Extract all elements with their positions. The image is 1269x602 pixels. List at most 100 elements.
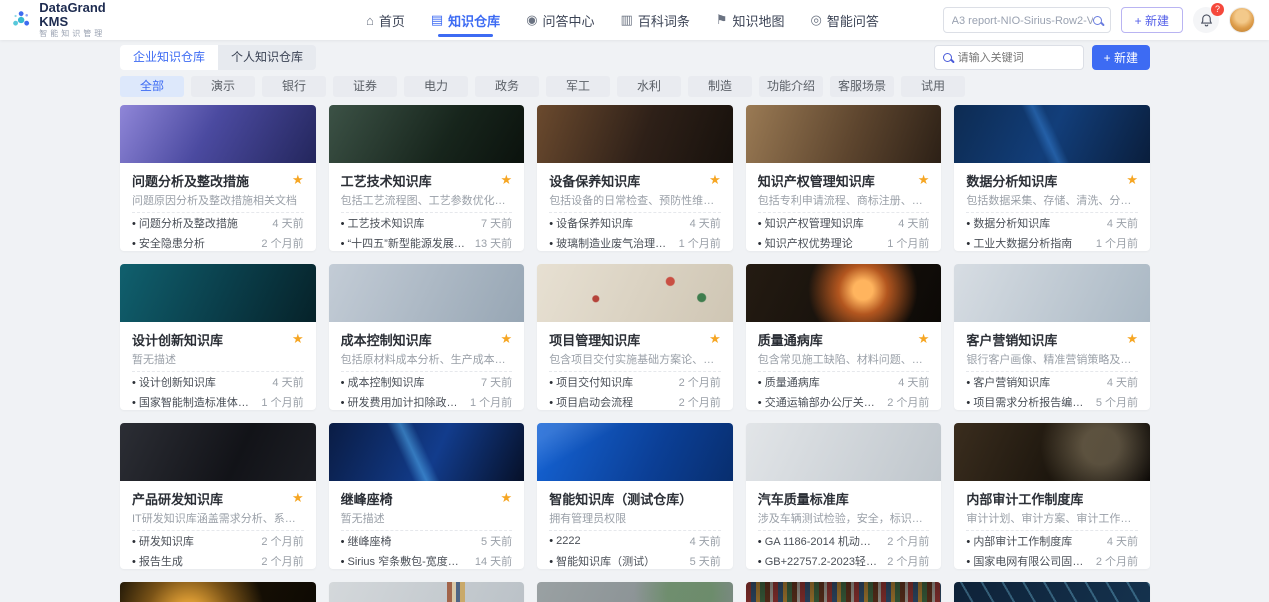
star-icon[interactable]: ★: [292, 490, 304, 506]
header-new-button[interactable]: + 新建: [1121, 7, 1183, 33]
card-doc-item[interactable]: 数据分析知识库 4 天前: [966, 213, 1138, 233]
filter-chip-bank[interactable]: 银行: [262, 76, 326, 97]
notification-bell[interactable]: ?: [1193, 7, 1219, 33]
star-icon[interactable]: ★: [501, 490, 513, 506]
doc-time: 1 个月前: [253, 394, 303, 410]
nav-item-home[interactable]: ⌂ 首页: [366, 0, 405, 40]
filter-chip-military[interactable]: 军工: [546, 76, 610, 97]
card-title: 知识产权管理知识库: [758, 171, 875, 190]
filter-chip-service[interactable]: 客服场景: [830, 76, 894, 97]
card-doc-item[interactable]: Sirius 窄条敷包-宽度不均匀 14 天前: [341, 551, 513, 569]
card-doc-item[interactable]: 项目交付知识库 2 个月前: [549, 372, 721, 392]
knowledge-card-partial[interactable]: [954, 582, 1150, 602]
star-icon[interactable]: ★: [1126, 172, 1138, 188]
filter-chip-features[interactable]: 功能介绍: [759, 76, 823, 97]
knowledge-card-partial[interactable]: [329, 582, 525, 602]
global-search-input[interactable]: [952, 14, 1093, 26]
card-title: 产品研发知识库: [132, 489, 223, 508]
card-doc-item[interactable]: 国家电网有限公司固定资产管理... 2 个月前: [966, 551, 1138, 569]
card-doc-item[interactable]: 成本控制知识库 7 天前: [341, 372, 513, 392]
knowledge-card[interactable]: 产品研发知识库 ★ IT研发知识库涵盖需求分析、系统设计、编码规... 研发知识…: [120, 423, 316, 569]
global-search[interactable]: [943, 7, 1111, 33]
knowledge-card[interactable]: 数据分析知识库 ★ 包括数据采集、存储、清洗、分析和可视化等内... 数据分析知…: [954, 105, 1150, 251]
bell-icon: [1199, 13, 1214, 28]
star-icon[interactable]: ★: [501, 172, 513, 188]
filter-chip-government[interactable]: 政务: [475, 76, 539, 97]
knowledge-card[interactable]: 工艺技术知识库 ★ 包括工艺流程图、工艺参数优化、新材料应用、... 工艺技术知…: [329, 105, 525, 251]
card-doc-item[interactable]: 2222 4 天前: [549, 531, 721, 551]
keyword-search[interactable]: [934, 45, 1084, 70]
knowledge-card[interactable]: 客户营销知识库 ★ 银行客户画像、精准营销策略及数字化渠道管理... 客户营销知…: [954, 264, 1150, 410]
knowledge-card[interactable]: 成本控制知识库 ★ 包括原材料成本分析、生产成本核算、成本优化... 成本控制知…: [329, 264, 525, 410]
knowledge-card[interactable]: 继峰座椅 ★ 暂无描述 继峰座椅 5 天前 Sirius 窄条敷包-宽度不均匀 …: [329, 423, 525, 569]
card-doc-item[interactable]: 继峰座椅 5 天前: [341, 531, 513, 551]
card-doc-item[interactable]: “十四五”新型能源发展实施方案 13 天前: [341, 233, 513, 251]
card-doc-item[interactable]: 工业大数据分析指南 1 个月前: [966, 233, 1138, 251]
card-doc-item[interactable]: 设计创新知识库 4 天前: [132, 372, 304, 392]
card-doc-item[interactable]: 智能知识库（测试） 5 天前: [549, 551, 721, 569]
star-icon[interactable]: ★: [1126, 331, 1138, 347]
card-doc-item[interactable]: 项目启动会流程 2 个月前: [549, 392, 721, 410]
tab-enterprise[interactable]: 企业知识仓库: [120, 45, 218, 70]
knowledge-card[interactable]: 设计创新知识库 ★ 暂无描述 设计创新知识库 4 天前 国家智能制造标准体系建设…: [120, 264, 316, 410]
search-icon[interactable]: [1093, 16, 1102, 25]
filter-chip-power[interactable]: 电力: [404, 76, 468, 97]
knowledge-card[interactable]: 知识产权管理知识库 ★ 包括专利申请流程、商标注册、知识产权保护策... 知识产…: [746, 105, 942, 251]
knowledge-card[interactable]: 汽车质量标准库 涉及车辆测试检验，安全，标识，车辆零部件，... GA 1186…: [746, 423, 942, 569]
card-doc-item[interactable]: 研发知识库 2 个月前: [132, 531, 304, 551]
user-avatar[interactable]: [1229, 7, 1255, 33]
card-doc-item[interactable]: 项目需求分析报告编制提纲 5 个月前: [966, 392, 1138, 410]
knowledge-card[interactable]: 问题分析及整改措施 ★ 问题原因分析及整改措施相关文档 问题分析及整改措施 4 …: [120, 105, 316, 251]
card-doc-item[interactable]: 研发费用加计扣除政策执行指引... 1 个月前: [341, 392, 513, 410]
card-doc-item[interactable]: 问题分析及整改措施 4 天前: [132, 213, 304, 233]
nav-item-smart-qa[interactable]: ◎ 智能问答: [811, 0, 879, 40]
search-icon: [943, 53, 952, 62]
card-doc-item[interactable]: 内部审计工作制度库 4 天前: [966, 531, 1138, 551]
star-icon[interactable]: ★: [292, 172, 304, 188]
nav-item-encyclopedia[interactable]: ▥ 百科词条: [621, 0, 690, 40]
nav-item-knowledge-repo[interactable]: ▤ 知识仓库: [431, 0, 500, 40]
knowledge-card-partial[interactable]: SAFE: [537, 582, 733, 602]
card-doc-item[interactable]: 客户营销知识库 4 天前: [966, 372, 1138, 392]
card-doc-item[interactable]: 知识产权优势理论 1 个月前: [758, 233, 930, 251]
card-doc-item[interactable]: GA 1186-2014 机动车安全技术... 2 个月前: [758, 531, 930, 551]
doc-name: 设计创新知识库: [132, 374, 216, 390]
card-doc-item[interactable]: 玻璃制造业废气治理工程技术规... 1 个月前: [549, 233, 721, 251]
card-title: 设计创新知识库: [132, 330, 223, 349]
card-doc-item[interactable]: 报告生成 2 个月前: [132, 551, 304, 569]
knowledge-card[interactable]: 智能知识库（测试仓库） 拥有管理员权限 2222 4 天前 智能知识库（测试） …: [537, 423, 733, 569]
filter-chip-water[interactable]: 水利: [617, 76, 681, 97]
knowledge-card[interactable]: 内部审计工作制度库 审计计划、审计方案、审计工作程序、审计质量 内部审计工作制度…: [954, 423, 1150, 569]
card-doc-item[interactable]: 知识产权管理知识库 4 天前: [758, 213, 930, 233]
card-doc-item[interactable]: 工艺技术知识库 7 天前: [341, 213, 513, 233]
card-doc-item[interactable]: 质量通病库 4 天前: [758, 372, 930, 392]
card-doc-item[interactable]: 交通运输部办公厅关于2016年下... 2 个月前: [758, 392, 930, 410]
star-icon[interactable]: ★: [918, 172, 930, 188]
knowledge-card[interactable]: 项目管理知识库 ★ 包含项目交付实施基础方案论、公司成本、进度... 项目交付知…: [537, 264, 733, 410]
filter-chip-trial[interactable]: 试用: [901, 76, 965, 97]
keyword-search-input[interactable]: [958, 52, 1075, 64]
filter-chip-all[interactable]: 全部: [120, 76, 184, 97]
knowledge-card-partial[interactable]: [746, 582, 942, 602]
star-icon[interactable]: ★: [709, 172, 721, 188]
new-repo-button[interactable]: + 新建: [1092, 45, 1150, 70]
card-doc-item[interactable]: 国家智能制造标准体系建设指南 1 个月前: [132, 392, 304, 410]
star-icon[interactable]: ★: [292, 331, 304, 347]
filter-chip-manufacturing[interactable]: 制造: [688, 76, 752, 97]
tab-personal[interactable]: 个人知识仓库: [218, 45, 316, 70]
knowledge-card[interactable]: 设备保养知识库 ★ 包括设备的日常检查、预防性维护计划、故障诊... 设备保养知…: [537, 105, 733, 251]
filter-chip-securities[interactable]: 证券: [333, 76, 397, 97]
nav-item-qa-center[interactable]: ◉ 问答中心: [526, 0, 594, 40]
card-doc-item[interactable]: GB+22757.2-2023轻型汽车能源... 2 个月前: [758, 551, 930, 569]
app-logo[interactable]: DataGrand KMS 智能知识管理: [10, 1, 118, 39]
knowledge-card[interactable]: 质量通病库 ★ 包含常见施工缺陷、材料问题、工艺疏漏及整改... 质量通病库 4…: [746, 264, 942, 410]
filter-chip-demo[interactable]: 演示: [191, 76, 255, 97]
card-doc-item[interactable]: 安全隐患分析 2 个月前: [132, 233, 304, 251]
card-description: 包括数据采集、存储、清洗、分析和可视化等内...: [966, 192, 1138, 206]
star-icon[interactable]: ★: [501, 331, 513, 347]
knowledge-card-partial[interactable]: [120, 582, 316, 602]
nav-item-knowledge-map[interactable]: ⚑ 知识地图: [716, 0, 785, 40]
star-icon[interactable]: ★: [709, 331, 721, 347]
star-icon[interactable]: ★: [918, 331, 930, 347]
card-doc-item[interactable]: 设备保养知识库 4 天前: [549, 213, 721, 233]
